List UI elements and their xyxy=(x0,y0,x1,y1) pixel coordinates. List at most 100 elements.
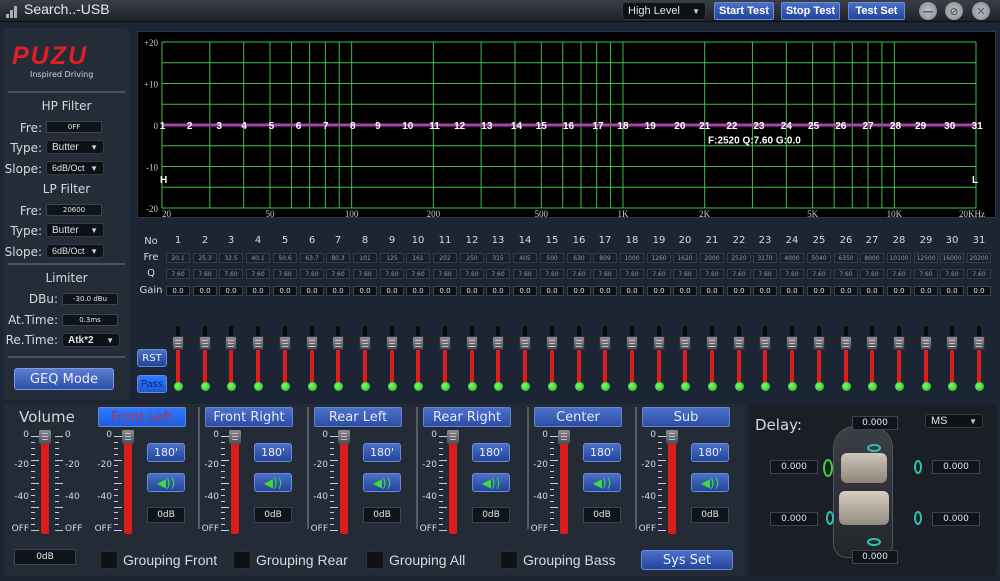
band-point-label[interactable]: 10 xyxy=(402,121,414,132)
master-volume-value[interactable]: 0dB xyxy=(14,549,76,565)
pass-button[interactable]: Pass xyxy=(137,375,167,393)
band-gain-slider[interactable] xyxy=(593,326,617,390)
channel-gain-value[interactable]: 0dB xyxy=(583,507,621,523)
grouping-label[interactable]: Grouping Bass xyxy=(523,552,616,568)
band-gain-slider[interactable] xyxy=(780,326,804,390)
band-gain-field[interactable]: 0.0 xyxy=(326,286,350,296)
band-point-label[interactable]: 26 xyxy=(835,121,847,132)
channel-fader-knob[interactable] xyxy=(666,430,678,444)
band-gain-slider[interactable] xyxy=(540,326,564,390)
band-gain-field[interactable]: 0.0 xyxy=(433,286,457,296)
band-point-label[interactable]: 19 xyxy=(645,121,657,132)
speaker-front-left-icon[interactable] xyxy=(823,459,833,477)
band-bypass-led[interactable] xyxy=(788,382,797,391)
slider-knob[interactable] xyxy=(706,336,718,350)
band-frequency-field[interactable]: 10100 xyxy=(887,253,911,263)
channel-gain-value[interactable]: 0dB xyxy=(147,507,185,523)
band-bypass-led[interactable] xyxy=(174,382,183,391)
channel-fader-knob[interactable] xyxy=(558,430,570,444)
band-gain-field[interactable]: 0.0 xyxy=(700,286,724,296)
band-q-field[interactable]: 7.60 xyxy=(273,269,297,279)
band-point-label[interactable]: 11 xyxy=(429,121,440,132)
phase-invert-button[interactable]: 180' xyxy=(147,443,185,462)
band-q-field[interactable]: 7.60 xyxy=(807,269,831,279)
band-gain-field[interactable]: 0.0 xyxy=(834,286,858,296)
band-bypass-led[interactable] xyxy=(441,382,450,391)
speaker-rear-right-icon[interactable] xyxy=(914,511,922,525)
grouping-label[interactable]: Grouping Front xyxy=(123,552,217,568)
band-point-label[interactable]: 8 xyxy=(350,121,356,132)
band-gain-field[interactable]: 0.0 xyxy=(727,286,751,296)
slider-knob[interactable] xyxy=(599,336,611,350)
band-gain-slider[interactable] xyxy=(273,326,297,390)
band-q-field[interactable]: 7.60 xyxy=(834,269,858,279)
hp-marker[interactable]: H xyxy=(160,175,167,186)
slider-knob[interactable] xyxy=(172,336,184,350)
band-q-field[interactable]: 7.60 xyxy=(460,269,484,279)
band-q-field[interactable]: 7.60 xyxy=(433,269,457,279)
band-gain-field[interactable]: 0.0 xyxy=(353,286,377,296)
band-point-label[interactable]: 28 xyxy=(890,121,902,132)
band-bypass-led[interactable] xyxy=(468,382,477,391)
band-gain-field[interactable]: 0.0 xyxy=(647,286,671,296)
slider-knob[interactable] xyxy=(946,336,958,350)
band-bypass-led[interactable] xyxy=(414,382,423,391)
band-q-field[interactable]: 7.60 xyxy=(406,269,430,279)
minimize-icon[interactable]: — xyxy=(919,2,937,20)
band-gain-slider[interactable] xyxy=(620,326,644,390)
band-frequency-field[interactable]: 40.1 xyxy=(246,253,270,263)
band-q-field[interactable]: 7.60 xyxy=(967,269,991,279)
band-frequency-field[interactable]: 630 xyxy=(567,253,591,263)
band-bypass-led[interactable] xyxy=(388,382,397,391)
band-q-field[interactable]: 7.60 xyxy=(513,269,537,279)
band-gain-field[interactable]: 0.0 xyxy=(219,286,243,296)
band-frequency-field[interactable]: 12500 xyxy=(914,253,938,263)
slider-knob[interactable] xyxy=(573,336,585,350)
band-point-label[interactable]: 7 xyxy=(323,121,329,132)
band-q-field[interactable]: 7.60 xyxy=(727,269,751,279)
band-point-label[interactable]: 14 xyxy=(511,121,523,132)
band-bypass-led[interactable] xyxy=(708,382,717,391)
test-set-button[interactable]: Test Set xyxy=(848,2,905,20)
band-frequency-field[interactable]: 315 xyxy=(486,253,510,263)
band-gain-field[interactable]: 0.0 xyxy=(620,286,644,296)
band-point-label[interactable]: 30 xyxy=(944,121,956,132)
band-point-label[interactable]: 25 xyxy=(808,121,820,132)
band-gain-slider[interactable] xyxy=(326,326,350,390)
band-bypass-led[interactable] xyxy=(494,382,503,391)
band-q-field[interactable]: 7.60 xyxy=(700,269,724,279)
band-bypass-led[interactable] xyxy=(334,382,343,391)
band-gain-slider[interactable] xyxy=(353,326,377,390)
slider-knob[interactable] xyxy=(332,336,344,350)
slider-knob[interactable] xyxy=(466,336,478,350)
phase-invert-button[interactable]: 180' xyxy=(691,443,729,462)
slider-knob[interactable] xyxy=(866,336,878,350)
delay-unit-select[interactable]: MS ▼ xyxy=(925,414,983,428)
band-q-field[interactable]: 7.60 xyxy=(193,269,217,279)
band-frequency-field[interactable]: 6350 xyxy=(834,253,858,263)
band-point-label[interactable]: 18 xyxy=(617,121,629,132)
band-frequency-field[interactable]: 50.6 xyxy=(273,253,297,263)
phase-invert-button[interactable]: 180' xyxy=(472,443,510,462)
band-bypass-led[interactable] xyxy=(895,382,904,391)
band-frequency-field[interactable]: 4000 xyxy=(780,253,804,263)
band-point-label[interactable]: 29 xyxy=(915,121,927,132)
band-point-label[interactable]: 3 xyxy=(216,121,222,132)
channel-select-front-left[interactable]: Front Left xyxy=(98,407,186,427)
band-bypass-led[interactable] xyxy=(681,382,690,391)
band-q-field[interactable]: 7.60 xyxy=(540,269,564,279)
band-q-field[interactable]: 7.60 xyxy=(300,269,324,279)
band-gain-field[interactable]: 0.0 xyxy=(486,286,510,296)
band-bypass-led[interactable] xyxy=(868,382,877,391)
band-q-field[interactable]: 7.60 xyxy=(940,269,964,279)
channel-select-rear-left[interactable]: Rear Left xyxy=(314,407,402,427)
band-frequency-field[interactable]: 202 xyxy=(433,253,457,263)
hp-type-select[interactable]: Butter ▼ xyxy=(46,140,104,154)
band-bypass-led[interactable] xyxy=(735,382,744,391)
band-gain-slider[interactable] xyxy=(834,326,858,390)
band-gain-slider[interactable] xyxy=(967,326,991,390)
band-frequency-field[interactable]: 125 xyxy=(380,253,404,263)
input-mode-select[interactable]: High Level ▼ xyxy=(622,2,706,20)
band-bypass-led[interactable] xyxy=(227,382,236,391)
delay-front-center[interactable]: 0.000 xyxy=(852,416,898,430)
